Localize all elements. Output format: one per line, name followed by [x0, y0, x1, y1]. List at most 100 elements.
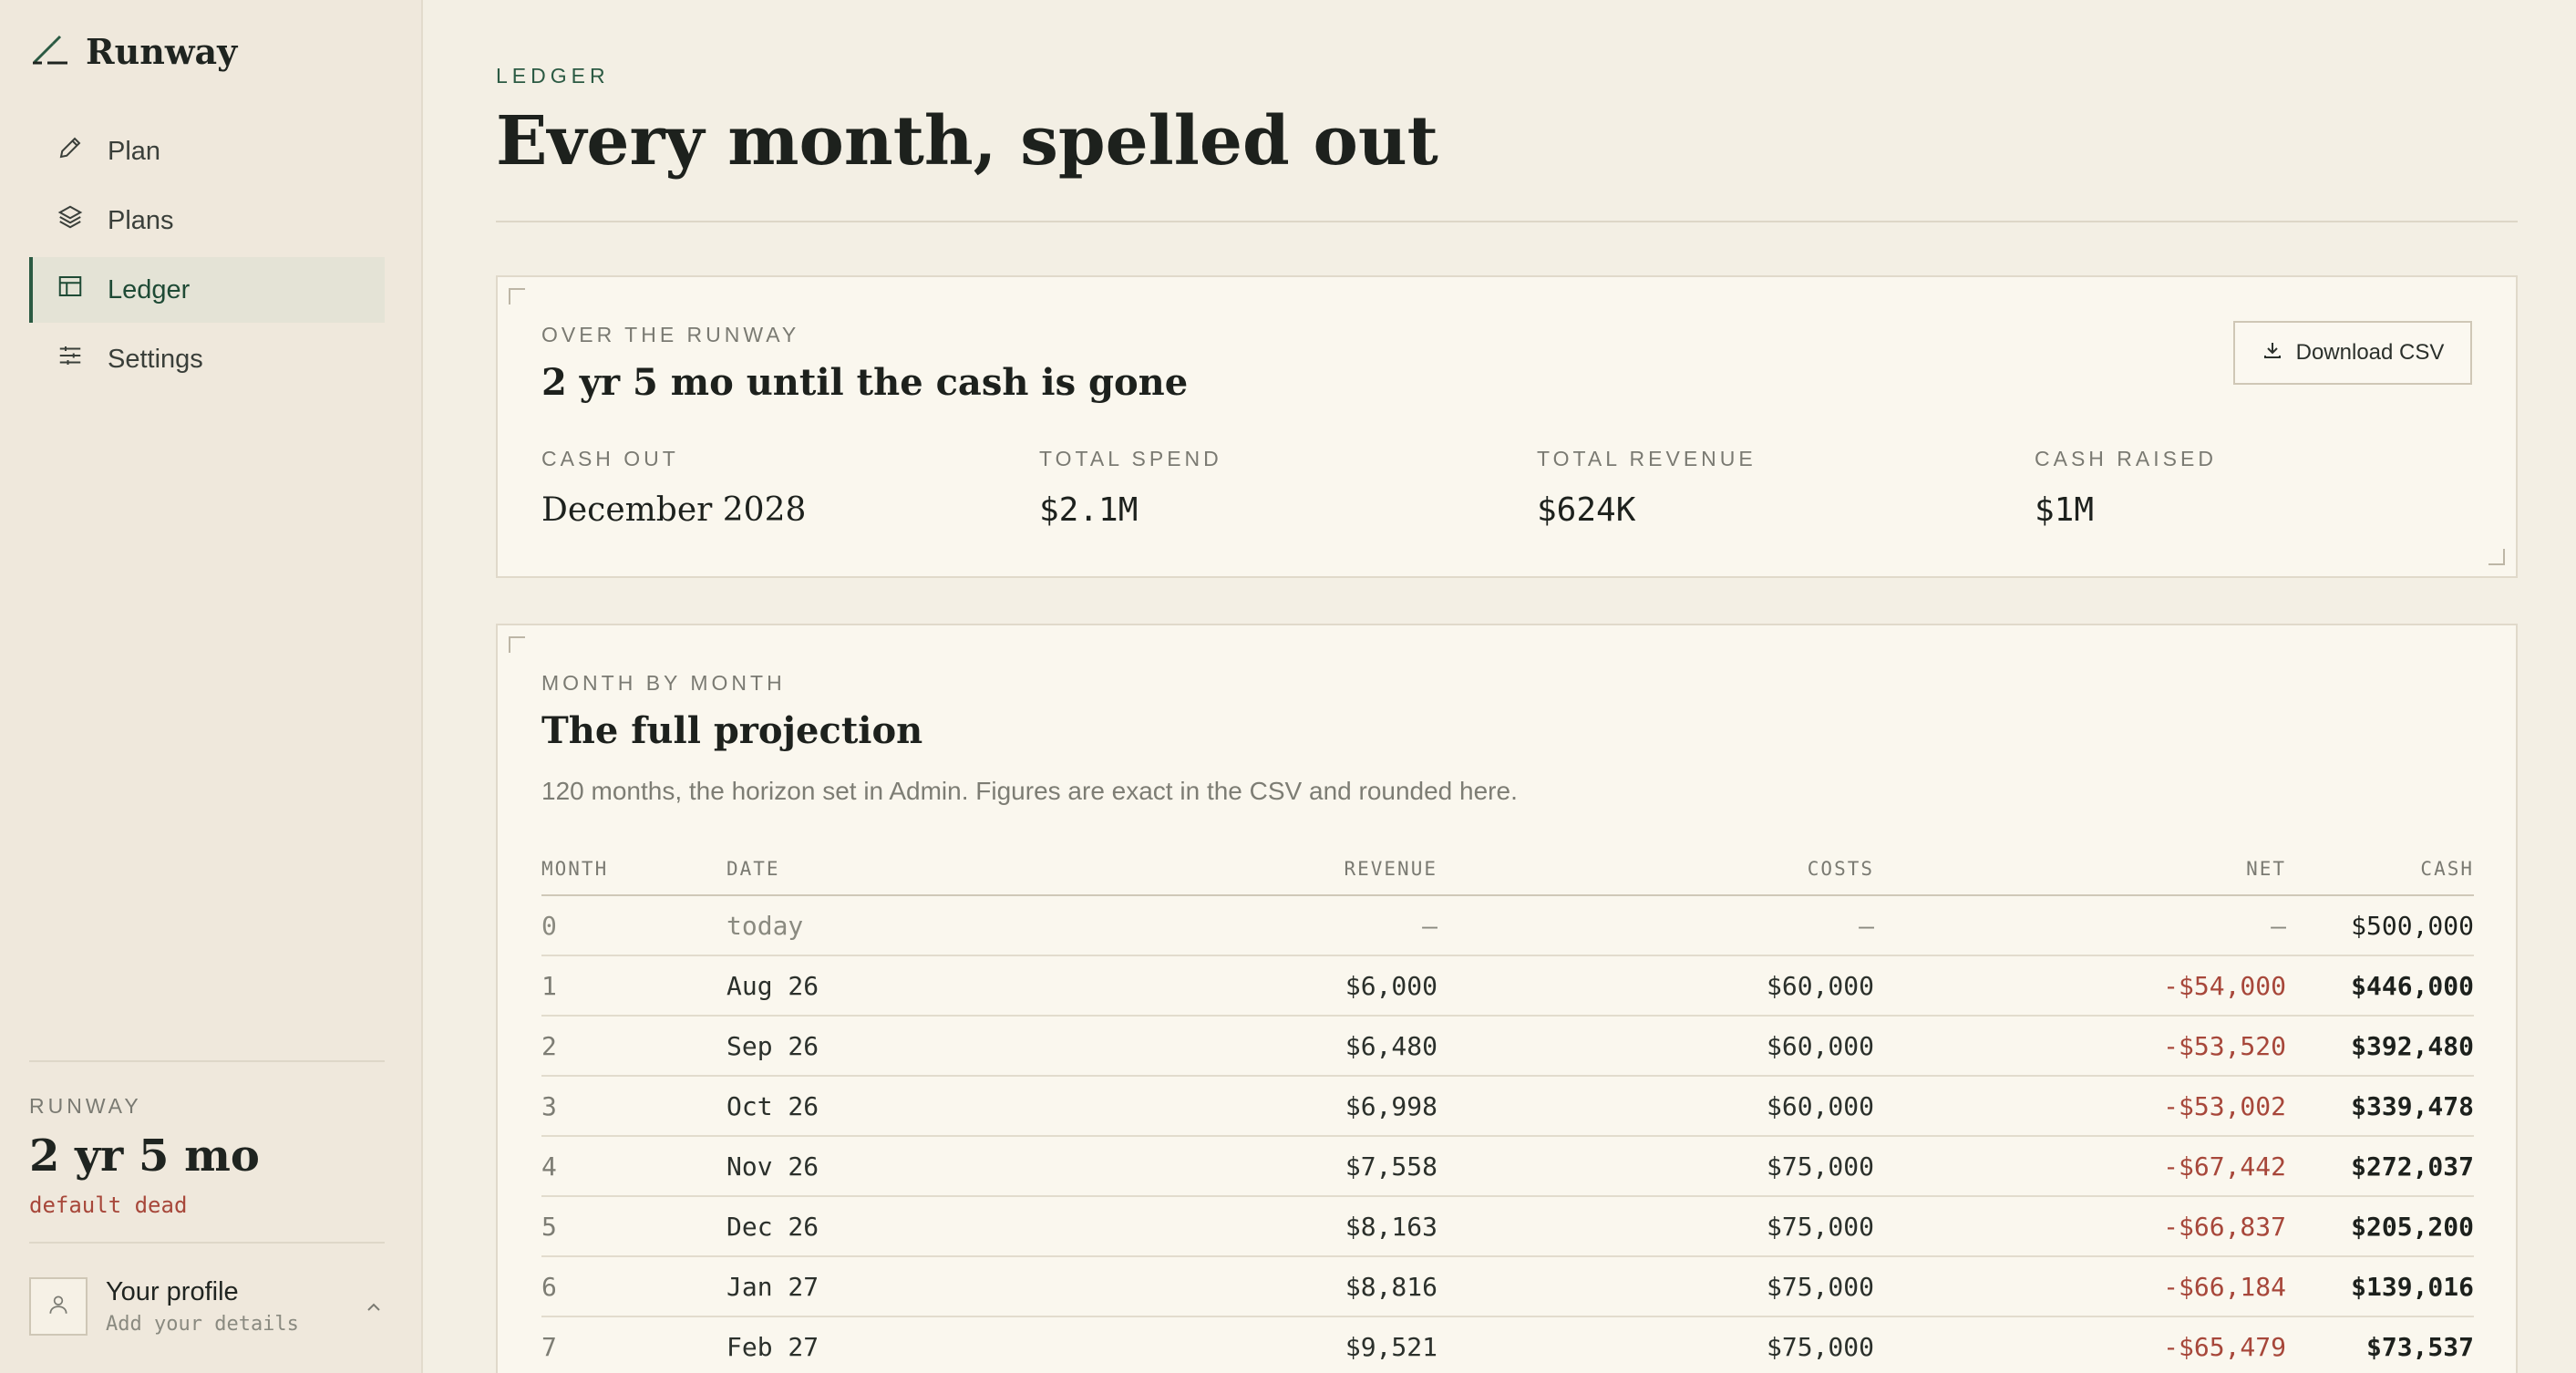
- column-header-date: DATE: [726, 842, 1055, 896]
- sidebar-item-plans[interactable]: Plans: [29, 188, 385, 253]
- cell-costs: —: [1437, 895, 1874, 956]
- cell-cash: $392,480: [2286, 1016, 2474, 1077]
- stat-label: TOTAL REVENUE: [1537, 447, 1757, 470]
- download-csv-button[interactable]: Download CSV: [2233, 321, 2472, 385]
- cell-net: -$66,837: [1874, 1196, 2286, 1257]
- runway-summary-card: OVER THE RUNWAY 2 yr 5 mo until the cash…: [496, 275, 2518, 578]
- projection-card: MONTH BY MONTH The full projection 120 m…: [496, 624, 2518, 1373]
- stat-value: $624K: [1537, 491, 1636, 529]
- cell-net: -$67,442: [1874, 1136, 2286, 1197]
- sidebar-item-label: Settings: [108, 344, 203, 374]
- pencil-icon: [57, 134, 84, 169]
- cell-net: —: [1874, 895, 2286, 956]
- cell-date: Sep 26: [726, 1016, 1055, 1077]
- cell-month: 1: [541, 955, 726, 1017]
- ledger-table: MONTH DATE REVENUE COSTS NET CASH 0 today…: [541, 842, 2474, 1373]
- cell-date: Nov 26: [726, 1136, 1055, 1197]
- cell-date: Aug 26: [726, 955, 1055, 1017]
- cell-net: -$66,184: [1874, 1256, 2286, 1317]
- sidebar-nav: Plan Plans Ledger Settings: [29, 119, 385, 396]
- cell-revenue: —: [1055, 895, 1437, 956]
- cell-revenue: $6,998: [1055, 1076, 1437, 1137]
- cell-cash: $339,478: [2286, 1076, 2474, 1137]
- profile-subtitle: Add your details: [106, 1313, 299, 1336]
- table-row: 1 Aug 26 $6,000 $60,000 -$54,000 $446,000: [541, 955, 2474, 1017]
- table-icon: [57, 273, 84, 307]
- profile-name: Your profile: [106, 1277, 239, 1306]
- layers-icon: [57, 203, 84, 238]
- chevron-up-icon[interactable]: [363, 1296, 385, 1323]
- avatar: [29, 1277, 88, 1336]
- cell-month: 7: [541, 1316, 726, 1373]
- cell-cash: $446,000: [2286, 955, 2474, 1017]
- sidebar: Runway Plan Plans Ledger Settings RUNWAY…: [0, 0, 423, 1373]
- cell-month: 4: [541, 1136, 726, 1197]
- projection-subtitle: 120 months, the horizon set in Admin. Fi…: [541, 777, 1518, 805]
- cell-month: 2: [541, 1016, 726, 1077]
- cell-revenue: $7,558: [1055, 1136, 1437, 1197]
- download-csv-label: Download CSV: [2295, 340, 2445, 365]
- profile-menu[interactable]: Your profile Add your details: [29, 1275, 385, 1338]
- cell-revenue: $6,000: [1055, 955, 1437, 1017]
- page-eyebrow: LEDGER: [496, 64, 610, 88]
- sidebar-item-label: Ledger: [108, 274, 191, 305]
- projection-title: The full projection: [541, 709, 923, 752]
- sidebar-item-settings[interactable]: Settings: [29, 326, 385, 392]
- cell-date: Dec 26: [726, 1196, 1055, 1257]
- user-icon: [46, 1293, 70, 1321]
- cell-cash: $272,037: [2286, 1136, 2474, 1197]
- table-row: 2 Sep 26 $6,480 $60,000 -$53,520 $392,480: [541, 1016, 2474, 1077]
- stat-value: $1M: [2035, 491, 2095, 529]
- cell-revenue: $9,521: [1055, 1316, 1437, 1373]
- cell-costs: $60,000: [1437, 1076, 1874, 1137]
- sidebar-item-label: Plan: [108, 136, 161, 166]
- table-row: 3 Oct 26 $6,998 $60,000 -$53,002 $339,478: [541, 1076, 2474, 1137]
- column-header-cash: CASH: [2286, 842, 2474, 896]
- column-header-revenue: REVENUE: [1055, 842, 1437, 896]
- title-divider: [496, 221, 2518, 222]
- cell-month: 0: [541, 895, 726, 956]
- sidebar-item-ledger[interactable]: Ledger: [29, 257, 385, 323]
- brand-name: Runway: [86, 31, 238, 72]
- brand[interactable]: Runway: [31, 31, 237, 72]
- table-row: 6 Jan 27 $8,816 $75,000 -$66,184 $139,016: [541, 1256, 2474, 1317]
- stat-value: $2.1M: [1039, 491, 1139, 529]
- page-title: Every month, spelled out: [496, 102, 1438, 181]
- table-row: 4 Nov 26 $7,558 $75,000 -$67,442 $272,037: [541, 1136, 2474, 1197]
- stat-value: December 2028: [541, 491, 807, 529]
- stat-label: TOTAL SPEND: [1039, 447, 1222, 470]
- cell-date: Feb 27: [726, 1316, 1055, 1373]
- cell-date: Oct 26: [726, 1076, 1055, 1137]
- cell-month: 6: [541, 1256, 726, 1317]
- stat-total-spend: TOTAL SPEND $2.1M: [1039, 447, 1222, 529]
- ledger-body: 0 today — — — $500,000 1 Aug 26 $6,000 $60,000 -$5…: [541, 895, 2474, 1373]
- stat-label: CASH RAISED: [2035, 447, 2217, 470]
- sliders-icon: [57, 342, 84, 377]
- table-row: 0 today — — — $500,000: [541, 895, 2474, 956]
- cell-costs: $60,000: [1437, 1016, 1874, 1077]
- cell-revenue: $6,480: [1055, 1016, 1437, 1077]
- corner-mark: [2488, 549, 2505, 565]
- sidebar-item-plan[interactable]: Plan: [29, 119, 385, 184]
- cell-revenue: $8,163: [1055, 1196, 1437, 1257]
- cell-costs: $75,000: [1437, 1196, 1874, 1257]
- summary-title: 2 yr 5 mo until the cash is gone: [541, 361, 1189, 404]
- column-header-net: NET: [1874, 842, 2286, 896]
- cell-cash: $73,537: [2286, 1316, 2474, 1373]
- runway-value: 2 yr 5 mo: [29, 1130, 260, 1182]
- cell-revenue: $8,816: [1055, 1256, 1437, 1317]
- cell-date: Jan 27: [726, 1256, 1055, 1317]
- table-header-row: MONTH DATE REVENUE COSTS NET CASH: [541, 842, 2474, 896]
- cell-cash: $139,016: [2286, 1256, 2474, 1317]
- cell-costs: $60,000: [1437, 955, 1874, 1017]
- summary-eyebrow: OVER THE RUNWAY: [541, 323, 800, 346]
- table-row: 5 Dec 26 $8,163 $75,000 -$66,837 $205,200: [541, 1196, 2474, 1257]
- cell-costs: $75,000: [1437, 1256, 1874, 1317]
- cell-net: -$53,520: [1874, 1016, 2286, 1077]
- corner-mark: [509, 288, 525, 305]
- cell-month: 3: [541, 1076, 726, 1137]
- cell-net: -$65,479: [1874, 1316, 2286, 1373]
- table-row: 7 Feb 27 $9,521 $75,000 -$65,479 $73,537: [541, 1316, 2474, 1373]
- stat-total-revenue: TOTAL REVENUE $624K: [1537, 447, 1757, 529]
- cell-cash: $205,200: [2286, 1196, 2474, 1257]
